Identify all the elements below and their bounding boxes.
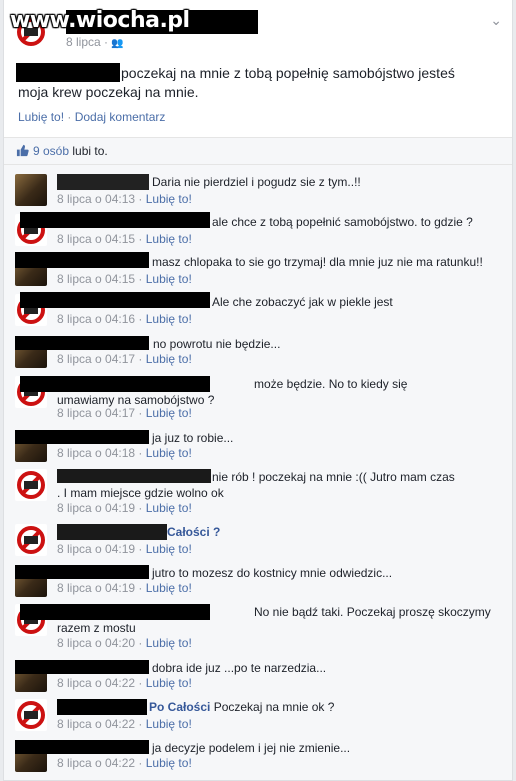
comment-text: ale chce z tobą popełnić samobójstwo. to… (212, 215, 473, 229)
redacted-commenter-name (15, 660, 149, 674)
comment-meta: 8 lipca o 04:19 · Lubię to! (57, 501, 192, 515)
divider (4, 137, 512, 138)
redacted-commenter-name (15, 740, 149, 754)
commenter-avatar[interactable] (15, 524, 47, 556)
comment-text: Po Całości Poczekaj na mnie ok ? (149, 700, 335, 714)
likes-summary: 9 osób lubi to. (16, 144, 108, 160)
comment-text: dobra ide juz ...po te narzedzia... (152, 661, 327, 675)
comment-like-link[interactable]: Lubię to! (146, 636, 192, 650)
post-card: www.wiocha.pl ⌄ 8 lipca · 👥 poczekaj na … (3, 0, 513, 781)
chevron-down-icon[interactable]: ⌄ (490, 12, 502, 29)
redacted-commenter-name (15, 430, 149, 444)
comment-meta: 8 lipca o 04:22 · Lubię to! (57, 756, 192, 770)
comment-like-link[interactable]: Lubię to! (146, 272, 192, 286)
redacted-commenter-name (57, 699, 147, 715)
comment-text: No nie bądź taki. Poczekaj proszę skoczy… (57, 605, 491, 635)
comment-text[interactable]: Całości ? (167, 524, 497, 540)
post-date[interactable]: 8 lipca · 👥 (66, 35, 124, 49)
comment-like-link[interactable]: Lubię to! (146, 717, 192, 731)
likes-count[interactable]: 9 osób (33, 144, 69, 158)
comment-meta: 8 lipca o 04:17 · Lubię to! (57, 406, 192, 420)
comment-text: masz chlopaka to sie go trzymaj! dla mni… (152, 255, 483, 269)
comment-text: ja decyzje podelem i jej nie zmienie... (152, 741, 351, 755)
comment-like-link[interactable]: Lubię to! (146, 192, 192, 206)
redacted-commenter-name (15, 252, 149, 268)
redacted-commenter-name (15, 565, 149, 579)
commenter-avatar[interactable] (15, 174, 47, 206)
comment-like-link[interactable]: Lubię to! (146, 446, 192, 460)
comment-like-link[interactable]: Lubię to! (146, 581, 192, 595)
comment-text: Daria nie pierdziel i pogudz sie z tym..… (152, 175, 361, 189)
comment-text: może będzie. No to kiedy się umawiamy na… (57, 377, 408, 407)
comment-meta: 8 lipca o 04:18 · Lubię to! (57, 446, 192, 460)
comment-text: jutro to mozesz do kostnicy mnie odwiedz… (152, 566, 393, 580)
thumbs-up-icon (16, 144, 29, 160)
divider (4, 164, 512, 165)
comment-meta: 8 lipca o 04:20 · Lubię to! (57, 636, 192, 650)
redacted-commenter-name (57, 174, 149, 190)
comment-meta: 8 lipca o 04:17 · Lubię to! (57, 352, 192, 366)
comment-text: no powrotu nie będzie... (153, 337, 281, 351)
like-link[interactable]: Lubię to! (18, 110, 64, 124)
redacted-commenter-name (15, 336, 149, 350)
comment-text: ja juz to robie... (152, 431, 234, 445)
comment-meta: 8 lipca o 04:19 · Lubię to! (57, 581, 192, 595)
audience-friends-icon: 👥 (111, 38, 124, 49)
comment-like-link[interactable]: Lubię to! (146, 312, 192, 326)
comment-like-link[interactable]: Lubię to! (146, 406, 192, 420)
comment-like-link[interactable]: Lubię to! (146, 352, 192, 366)
comment-meta: 8 lipca o 04:13 · Lubię to! (57, 192, 192, 206)
watermark: www.wiocha.pl (10, 8, 190, 33)
commenter-avatar[interactable] (15, 699, 47, 731)
commenter-name-link[interactable]: Po Całości (149, 700, 210, 714)
post-actions: Lubię to! · Dodaj komentarz (18, 110, 166, 124)
comment-text: nie rób ! poczekaj na mnie :(( Jutro mam… (57, 470, 455, 500)
comment-meta: 8 lipca o 04:15 · Lubię to! (57, 272, 192, 286)
comment-like-link[interactable]: Lubię to! (146, 232, 192, 246)
comment-meta: 8 lipca o 04:22 · Lubię to! (57, 717, 192, 731)
comment-like-link[interactable]: Lubię to! (146, 542, 192, 556)
post-text: poczekaj na mnie z tobą popełnię samobój… (18, 65, 455, 100)
redacted-commenter-name (20, 292, 210, 308)
comment-meta: 8 lipca o 04:15 · Lubię to! (57, 232, 192, 246)
redacted-commenter-name (20, 212, 210, 228)
redacted-commenter-name (57, 524, 167, 540)
comment-meta: 8 lipca o 04:16 · Lubię to! (57, 312, 192, 326)
comment-like-link[interactable]: Lubię to! (146, 676, 192, 690)
comment-meta: 8 lipca o 04:22 · Lubię to! (57, 676, 192, 690)
comment-like-link[interactable]: Lubię to! (146, 501, 192, 515)
comment-like-link[interactable]: Lubię to! (146, 756, 192, 770)
comment-text: Ale che zobaczyć jak w piekle jest (212, 295, 393, 309)
comment-meta: 8 lipca o 04:19 · Lubię to! (57, 542, 192, 556)
add-comment-link[interactable]: Dodaj komentarz (75, 110, 166, 124)
